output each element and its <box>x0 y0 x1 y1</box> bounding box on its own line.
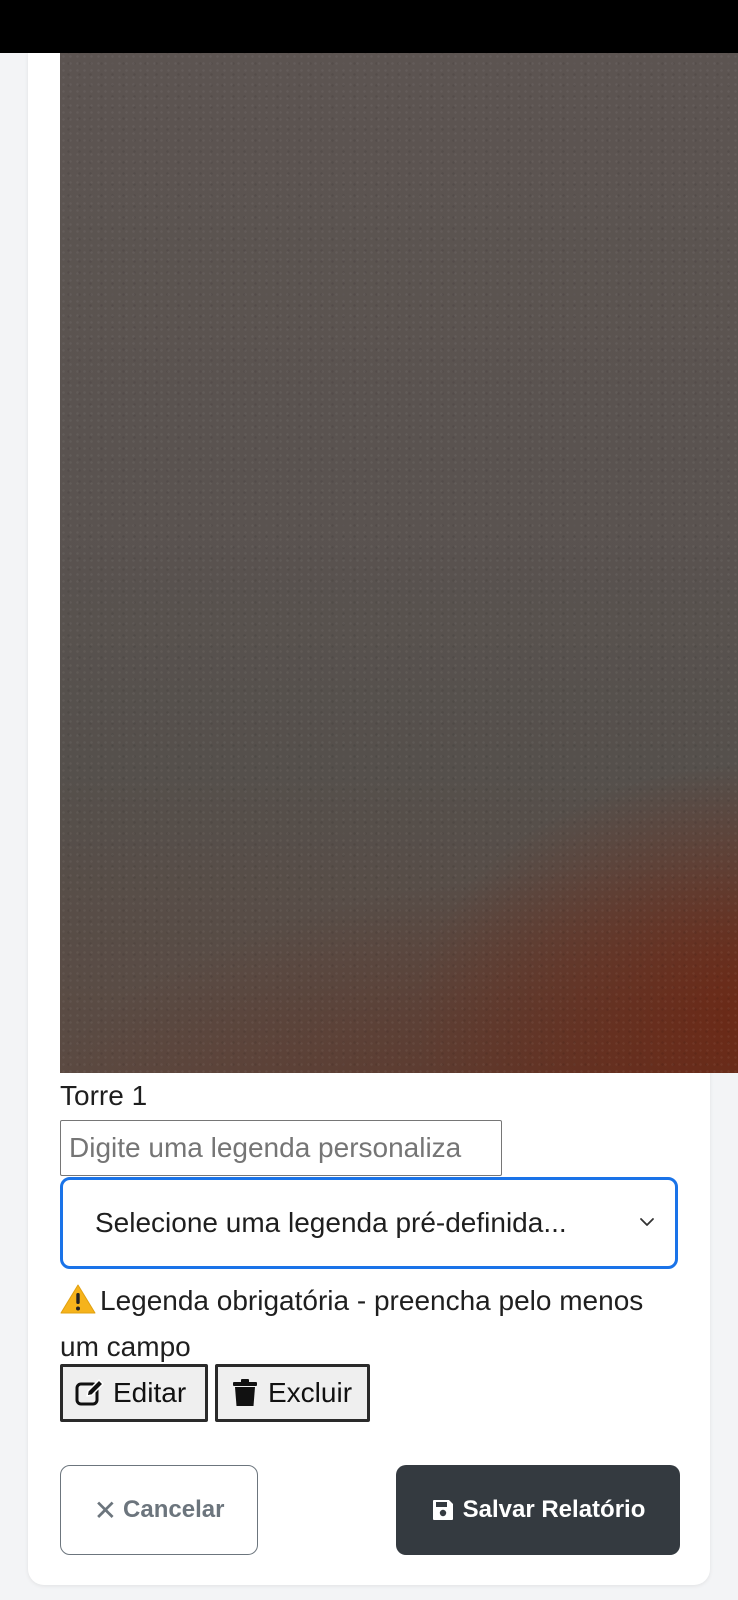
cancel-label: Cancelar <box>123 1496 225 1523</box>
save-icon <box>432 1500 453 1520</box>
edit-label: Editar <box>113 1377 187 1408</box>
edit-photo-button[interactable]: Editar <box>60 1364 208 1422</box>
delete-label: Excluir <box>268 1377 353 1408</box>
predefined-caption-select[interactable]: Selecione uma legenda pré-definida... <box>60 1177 678 1269</box>
warning-text: Legenda obrigatória - preencha pelo meno… <box>60 1285 644 1362</box>
warning-icon <box>60 1284 96 1314</box>
close-icon: ✕ <box>93 1494 118 1526</box>
save-report-button[interactable]: Salvar Relatório <box>396 1465 680 1555</box>
cancel-button[interactable]: ✕ Cancelar <box>60 1465 258 1555</box>
custom-caption-input[interactable] <box>60 1120 502 1176</box>
select-value: Selecione uma legenda pré-definida... <box>95 1207 567 1238</box>
status-bar <box>0 0 738 53</box>
save-label: Salvar Relatório <box>462 1496 646 1523</box>
chevron-down-icon <box>640 1218 654 1226</box>
required-caption-warning: Legenda obrigatória - preencha pelo meno… <box>60 1278 660 1370</box>
delete-photo-button[interactable]: Excluir <box>215 1364 370 1422</box>
photo-texture <box>60 53 738 1073</box>
trash-icon <box>233 1379 257 1406</box>
photo-title: Torre 1 <box>60 1080 148 1111</box>
report-photo <box>60 53 738 1073</box>
edit-icon <box>75 1379 104 1406</box>
